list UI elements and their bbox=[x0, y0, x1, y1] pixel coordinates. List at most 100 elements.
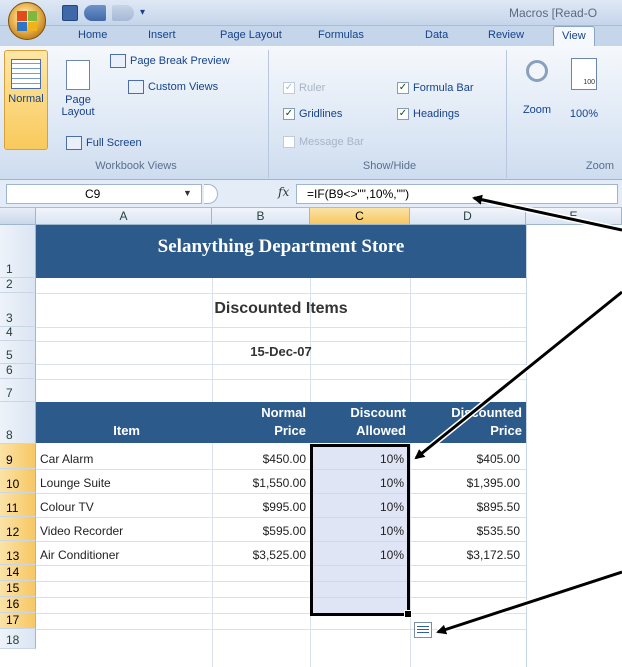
tab-home[interactable]: Home bbox=[78, 29, 107, 41]
checkbox-checked-icon: ✓ bbox=[397, 82, 409, 94]
workbook-views-group-label: Workbook Views bbox=[95, 160, 177, 172]
worksheet[interactable]: A B C D E Selanything Department Store D… bbox=[0, 208, 622, 667]
discounted-price-cell[interactable]: $1,395.00 bbox=[410, 474, 520, 492]
discounted-price-cell[interactable]: $535.50 bbox=[410, 522, 520, 540]
custom-views-label: Custom Views bbox=[148, 81, 219, 93]
normal-price-cell[interactable]: $450.00 bbox=[212, 450, 306, 468]
zoom-100-button[interactable]: 100 100% bbox=[563, 56, 605, 146]
save-icon[interactable] bbox=[62, 5, 78, 21]
item-cell[interactable]: Lounge Suite bbox=[40, 474, 210, 492]
row-header[interactable]: 8 bbox=[0, 402, 36, 444]
normal-price-cell[interactable]: $3,525.00 bbox=[212, 546, 306, 564]
ribbon: Normal Page Layout Page Break Preview Cu… bbox=[0, 46, 622, 180]
gridline bbox=[36, 541, 526, 542]
normal-price-cell[interactable]: $1,550.00 bbox=[212, 474, 306, 492]
row-header[interactable]: 15 bbox=[0, 581, 36, 597]
discounted-price-cell[interactable]: $3,172.50 bbox=[410, 546, 520, 564]
discount-cell[interactable]: 10% bbox=[310, 522, 404, 540]
auto-fill-options-icon[interactable] bbox=[414, 622, 432, 638]
headings-checkbox[interactable]: ✓ Headings bbox=[397, 108, 459, 120]
discounted-price-cell[interactable]: $895.50 bbox=[410, 498, 520, 516]
formula-bar-checkbox[interactable]: ✓ Formula Bar bbox=[397, 82, 474, 94]
redo-icon[interactable] bbox=[112, 5, 134, 21]
page-break-preview-button[interactable]: Page Break Preview bbox=[110, 54, 230, 68]
row-header[interactable]: 6 bbox=[0, 363, 36, 379]
sheet-date: 15-Dec-07 bbox=[250, 344, 312, 359]
row-header[interactable]: 17 bbox=[0, 613, 36, 629]
tab-insert[interactable]: Insert bbox=[148, 29, 176, 41]
item-cell[interactable]: Air Conditioner bbox=[40, 546, 210, 564]
tab-formulas[interactable]: Formulas bbox=[318, 29, 364, 41]
header-discount-allowed: Discount Allowed bbox=[310, 404, 406, 440]
row-header[interactable]: 12 bbox=[0, 517, 36, 541]
page-layout-label-1: Page bbox=[65, 94, 91, 106]
normal-view-icon bbox=[11, 59, 41, 89]
discount-cell[interactable]: 10% bbox=[310, 474, 404, 492]
row-header[interactable]: 5 bbox=[0, 341, 36, 364]
tab-view[interactable]: View bbox=[553, 26, 595, 46]
discount-cell[interactable]: 10% bbox=[310, 450, 404, 468]
ruler-checkbox[interactable]: ✓ Ruler bbox=[283, 82, 325, 94]
row-header[interactable]: 14 bbox=[0, 565, 36, 581]
column-header-c[interactable]: C bbox=[310, 208, 410, 225]
column-header-a[interactable]: A bbox=[36, 208, 212, 225]
custom-views-button[interactable]: Custom Views bbox=[128, 80, 218, 94]
row-header[interactable]: 1 bbox=[0, 225, 36, 278]
item-cell[interactable]: Car Alarm bbox=[40, 450, 210, 468]
discounted-price-cell[interactable]: $405.00 bbox=[410, 450, 520, 468]
gridline bbox=[36, 581, 526, 582]
name-box[interactable]: C9 bbox=[6, 184, 202, 204]
gridlines-checkbox[interactable]: ✓ Gridlines bbox=[283, 108, 342, 120]
title-bar: ▾ Macros [Read-O bbox=[0, 0, 622, 26]
name-box-dropdown-icon[interactable]: ▼ bbox=[183, 188, 192, 198]
full-screen-icon bbox=[66, 136, 82, 150]
zoom-button[interactable]: Zoom bbox=[517, 56, 557, 146]
row-header[interactable]: 3 bbox=[0, 293, 36, 327]
fill-handle[interactable] bbox=[404, 610, 412, 618]
tab-data[interactable]: Data bbox=[425, 29, 448, 41]
tab-review[interactable]: Review bbox=[488, 29, 524, 41]
full-screen-button[interactable]: Full Screen bbox=[66, 136, 142, 150]
customize-qat-icon[interactable]: ▾ bbox=[140, 5, 150, 21]
headings-label: Headings bbox=[413, 108, 460, 120]
page-layout-label-2: Layout bbox=[61, 106, 95, 118]
zoom-group-label: Zoom bbox=[585, 160, 614, 172]
window-title: Macros [Read-O bbox=[509, 6, 598, 20]
normal-price-cell[interactable]: $995.00 bbox=[212, 498, 306, 516]
message-bar-label: Message Bar bbox=[299, 136, 364, 148]
sheet-subtitle: Discounted Items bbox=[214, 300, 348, 317]
select-all-corner[interactable] bbox=[0, 208, 36, 225]
row-header[interactable]: 16 bbox=[0, 597, 36, 613]
formula-input[interactable]: =IF(B9<>"",10%,"") bbox=[296, 184, 618, 204]
column-header-d[interactable]: D bbox=[410, 208, 526, 225]
office-logo-icon bbox=[17, 11, 37, 31]
row-header[interactable]: 2 bbox=[0, 277, 36, 293]
row-header[interactable]: 18 bbox=[0, 629, 36, 649]
row-header[interactable]: 13 bbox=[0, 541, 36, 565]
item-cell[interactable]: Colour TV bbox=[40, 498, 210, 516]
column-header-b[interactable]: B bbox=[212, 208, 310, 225]
message-bar-checkbox[interactable]: Message Bar bbox=[283, 136, 364, 148]
row-header[interactable]: 9 bbox=[0, 444, 36, 469]
group-show-hide: ✓ Ruler ✓ Gridlines Message Bar ✓ Formul… bbox=[273, 50, 507, 178]
tab-page-layout[interactable]: Page Layout bbox=[220, 29, 282, 41]
row-header[interactable]: 4 bbox=[0, 325, 36, 341]
row-header[interactable]: 7 bbox=[0, 379, 36, 402]
insert-function-icon[interactable]: fx bbox=[278, 185, 289, 199]
row-header[interactable]: 11 bbox=[0, 493, 36, 517]
item-cell[interactable]: Video Recorder bbox=[40, 522, 210, 540]
checkbox-checked-icon: ✓ bbox=[397, 108, 409, 120]
office-button[interactable] bbox=[8, 2, 46, 40]
normal-view-button[interactable]: Normal bbox=[4, 50, 48, 150]
discount-cell[interactable]: 10% bbox=[310, 498, 404, 516]
header-discount-line1: Discount bbox=[350, 405, 406, 420]
zoom-100-icon: 100 bbox=[571, 58, 597, 90]
header-discount-line2: Allowed bbox=[356, 423, 406, 438]
column-header-e[interactable]: E bbox=[526, 208, 622, 225]
normal-price-cell[interactable]: $595.00 bbox=[212, 522, 306, 540]
undo-icon[interactable] bbox=[84, 5, 106, 21]
page-layout-view-button[interactable]: Page Layout bbox=[56, 50, 100, 150]
formula-bar: C9 ▼ fx =IF(B9<>"",10%,"") bbox=[0, 180, 622, 208]
discount-cell[interactable]: 10% bbox=[310, 546, 404, 564]
row-header[interactable]: 10 bbox=[0, 469, 36, 493]
